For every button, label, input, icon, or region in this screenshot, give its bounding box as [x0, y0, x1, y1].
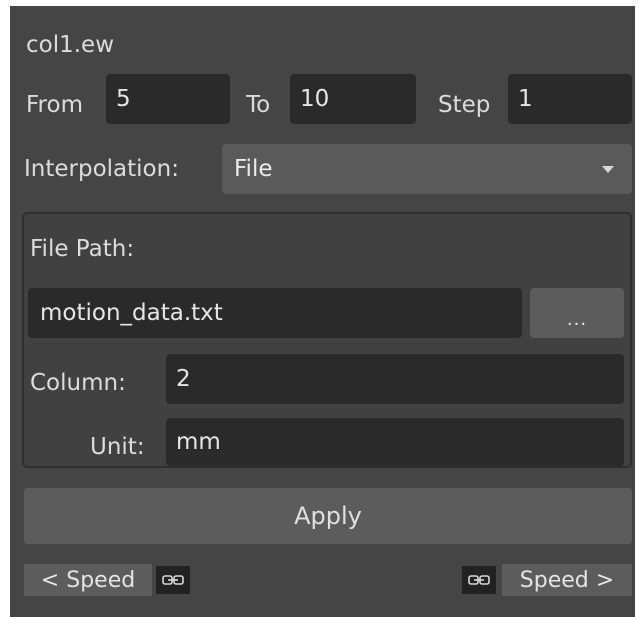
column-label: Column: [30, 370, 126, 396]
link-icon[interactable] [462, 566, 496, 594]
parameter-panel: col1.ew From 5 To 10 Step 1 Interpolatio… [10, 6, 635, 617]
step-input[interactable]: 1 [508, 74, 632, 124]
to-input[interactable]: 10 [290, 74, 416, 124]
file-path-label: File Path: [30, 236, 135, 262]
to-label: To [246, 92, 271, 118]
link-icon-glyph [468, 575, 490, 585]
file-settings-group: File Path: motion_data.txt ... Column: 2… [22, 212, 632, 468]
column-input[interactable]: 2 [166, 354, 624, 404]
from-input[interactable]: 5 [106, 74, 230, 124]
interpolation-label: Interpolation: [24, 156, 179, 182]
unit-label: Unit: [90, 434, 145, 460]
apply-button[interactable]: Apply [24, 488, 632, 544]
from-label: From [26, 92, 83, 118]
browse-button[interactable]: ... [530, 288, 624, 338]
unit-input[interactable]: mm [166, 418, 624, 466]
speed-decrease-button[interactable]: < Speed [24, 564, 152, 596]
file-path-input[interactable]: motion_data.txt [28, 288, 522, 338]
interpolation-selected: File [234, 156, 273, 182]
interpolation-dropdown[interactable]: File [222, 144, 632, 194]
speed-increase-button[interactable]: Speed > [502, 564, 632, 596]
link-icon-glyph [162, 575, 184, 585]
link-icon[interactable] [156, 566, 190, 594]
step-label: Step [438, 92, 491, 118]
panel-title: col1.ew [26, 32, 115, 58]
chevron-down-icon [602, 166, 614, 173]
